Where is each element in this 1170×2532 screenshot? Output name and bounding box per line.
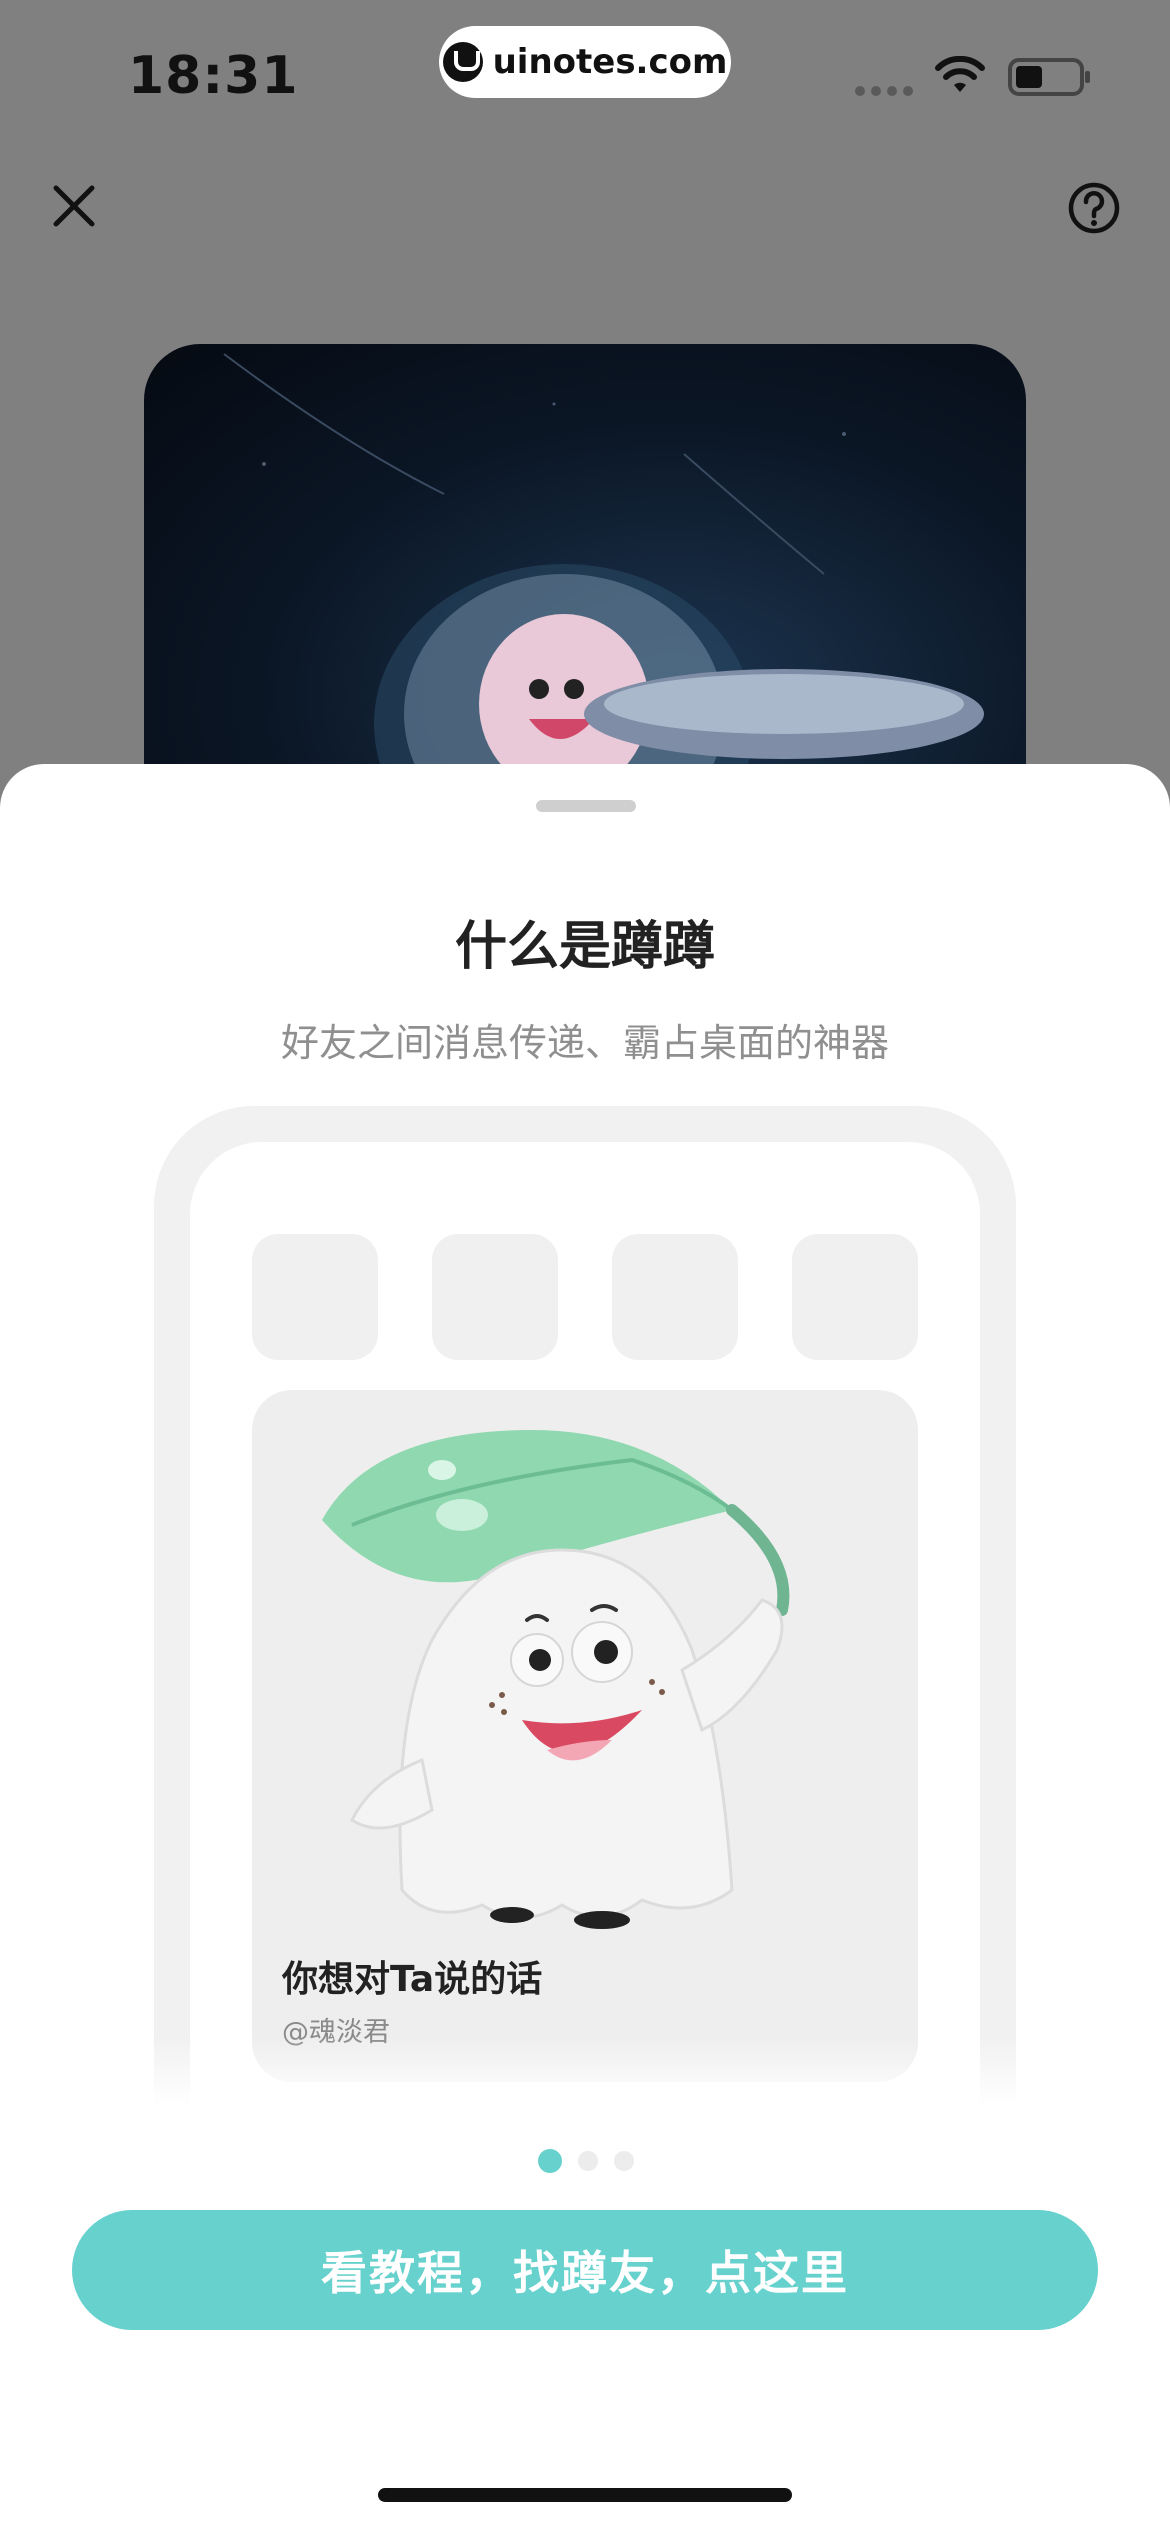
- url-text: uinotes.com: [492, 42, 728, 82]
- tutorial-cta-button[interactable]: 看教程，找蹲友，点这里: [72, 2210, 1098, 2330]
- app-icon-placeholder: [612, 1234, 738, 1360]
- sheet-title: 什么是蹲蹲: [454, 917, 715, 977]
- app-icon-placeholder: [792, 1234, 918, 1360]
- page-dot-active[interactable]: [538, 2149, 562, 2173]
- close-button[interactable]: [44, 176, 104, 236]
- phone-mockup: 你想对Ta说的话 @魂淡君: [154, 1106, 1016, 2106]
- intro-bottom-sheet: 什么是蹲蹲 好友之间消息传递、霸占桌面的神器 你想对Ta说的话 @魂淡君 看教程…: [0, 764, 1170, 2532]
- url-pill: uinotes.com: [439, 26, 731, 98]
- battery-icon: [1008, 58, 1090, 96]
- sheet-subtitle: 好友之间消息传递、霸占桌面的神器: [280, 1021, 889, 1065]
- close-icon: [53, 185, 95, 227]
- app-icon-placeholder: [252, 1234, 378, 1360]
- widget-message-text: 你想对Ta说的话: [282, 1959, 543, 2000]
- uinotes-logo-icon: [442, 42, 483, 82]
- app-icon-placeholder: [432, 1234, 558, 1360]
- phone-fade-overlay: [154, 2036, 1016, 2106]
- ghost-with-leaf-illustration: [322, 1430, 790, 1929]
- phone-screen: 你想对Ta说的话 @魂淡君: [190, 1142, 980, 2106]
- home-indicator[interactable]: [378, 2488, 792, 2502]
- drag-handle[interactable]: [536, 800, 636, 812]
- wifi-icon: [935, 56, 985, 92]
- status-time: 18:31: [128, 46, 299, 106]
- page-indicator: [538, 2149, 634, 2173]
- widget-preview-card: 你想对Ta说的话 @魂淡君: [252, 1390, 918, 2082]
- page-dot[interactable]: [614, 2151, 634, 2171]
- help-button[interactable]: [1066, 180, 1122, 236]
- cellular-signal-icon: [855, 86, 913, 96]
- page-dot[interactable]: [578, 2151, 598, 2171]
- question-circle-icon: [1068, 182, 1120, 234]
- background-page: 18:31 uinotes.com: [0, 0, 1170, 844]
